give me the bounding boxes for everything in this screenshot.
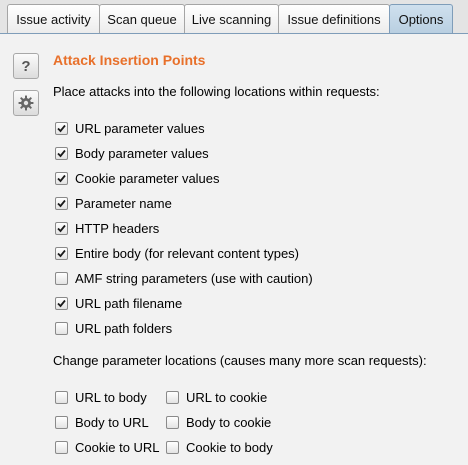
checkbox-label: Cookie parameter values: [75, 170, 220, 186]
checkbox-label: Parameter name: [75, 195, 172, 211]
checkbox-box[interactable]: [166, 440, 179, 454]
change-location-checkbox[interactable]: Body to cookie: [166, 413, 271, 431]
change-location-checkbox[interactable]: URL to body: [55, 388, 147, 406]
tab-live-scanning[interactable]: Live scanning: [184, 4, 279, 33]
location-checkbox[interactable]: URL path filename: [55, 294, 182, 312]
checkbox-label: HTTP headers: [75, 220, 160, 236]
checkbox-label: URL to cookie: [186, 389, 268, 405]
checkbox-label: Entire body (for relevant content types): [75, 245, 300, 261]
tab-options[interactable]: Options: [389, 4, 453, 33]
checkbox-label: URL parameter values: [75, 120, 205, 136]
checkbox-box[interactable]: [166, 390, 179, 404]
checkmark-icon: [57, 149, 66, 157]
section-title: Attack Insertion Points: [53, 52, 206, 68]
checkbox-box[interactable]: [55, 296, 68, 310]
checkbox-label: Cookie to URL: [75, 439, 160, 455]
location-checkbox[interactable]: Entire body (for relevant content types): [55, 244, 299, 262]
checkbox-label: AMF string parameters (use with caution): [75, 270, 313, 286]
location-checkbox[interactable]: Body parameter values: [55, 144, 209, 162]
checkbox-box[interactable]: [55, 146, 68, 160]
location-checkbox[interactable]: Cookie parameter values: [55, 169, 220, 187]
gear-icon: [18, 95, 34, 111]
change-location-checkbox[interactable]: Cookie to URL: [55, 438, 160, 456]
checkbox-box[interactable]: [55, 321, 68, 335]
location-checkbox[interactable]: URL parameter values: [55, 119, 205, 137]
checkbox-label: Body to URL: [75, 414, 149, 430]
checkbox-label: URL path filename: [75, 295, 183, 311]
tab-issue-activity[interactable]: Issue activity: [7, 4, 100, 33]
checkbox-box[interactable]: [166, 415, 179, 429]
checkmark-icon: [57, 174, 66, 182]
section-description: Place attacks into the following locatio…: [53, 84, 380, 99]
checkbox-box[interactable]: [55, 246, 68, 260]
checkmark-icon: [57, 124, 66, 132]
tab-bar: Issue activity Scan queue Live scanning …: [0, 0, 468, 34]
settings-button[interactable]: [13, 90, 39, 116]
checkbox-label: Cookie to body: [186, 439, 273, 455]
checkbox-label: Body to cookie: [186, 414, 272, 430]
tab-issue-definitions[interactable]: Issue definitions: [278, 4, 390, 33]
checkmark-icon: [57, 199, 66, 207]
location-checkbox[interactable]: AMF string parameters (use with caution): [55, 269, 313, 287]
checkmark-icon: [57, 249, 66, 257]
checkbox-box[interactable]: [55, 271, 68, 285]
location-checkbox[interactable]: URL path folders: [55, 319, 172, 337]
checkbox-box[interactable]: [55, 171, 68, 185]
tab-scan-queue[interactable]: Scan queue: [99, 4, 185, 33]
location-checkbox[interactable]: HTTP headers: [55, 219, 159, 237]
checkbox-label: URL path folders: [75, 320, 173, 336]
change-locations-description: Change parameter locations (causes many …: [53, 353, 427, 368]
checkbox-box[interactable]: [55, 121, 68, 135]
change-location-checkbox[interactable]: Body to URL: [55, 413, 149, 431]
help-button[interactable]: ?: [13, 53, 39, 79]
checkbox-label: Body parameter values: [75, 145, 209, 161]
checkmark-icon: [57, 224, 66, 232]
change-location-checkbox[interactable]: URL to cookie: [166, 388, 267, 406]
question-mark-icon: ?: [21, 57, 31, 75]
checkbox-box[interactable]: [55, 221, 68, 235]
checkbox-box[interactable]: [55, 415, 68, 429]
change-location-checkbox[interactable]: Cookie to body: [166, 438, 273, 456]
checkbox-box[interactable]: [55, 390, 68, 404]
checkbox-label: URL to body: [75, 389, 147, 405]
checkmark-icon: [57, 299, 66, 307]
checkbox-box[interactable]: [55, 196, 68, 210]
checkbox-box[interactable]: [55, 440, 68, 454]
location-checkbox[interactable]: Parameter name: [55, 194, 172, 212]
